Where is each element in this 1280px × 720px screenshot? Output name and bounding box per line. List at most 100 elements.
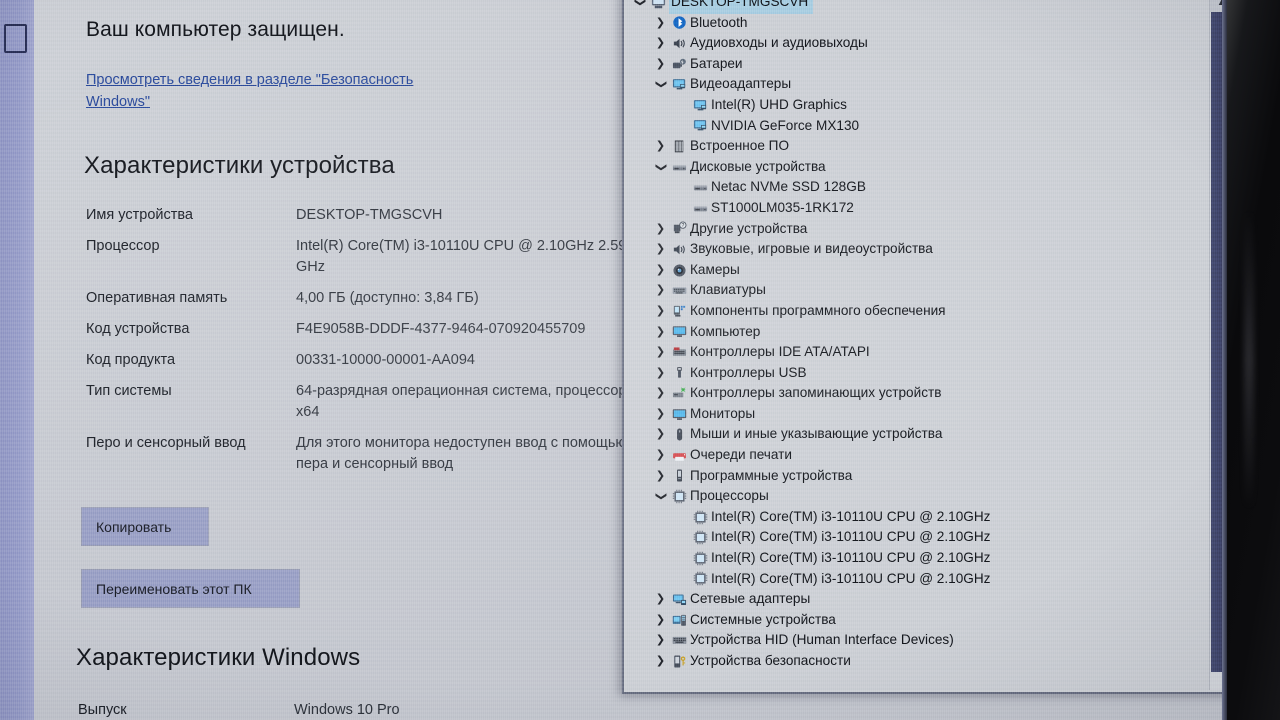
network-adapter-icon bbox=[668, 592, 690, 607]
chevron-right-icon[interactable]: ❯ bbox=[653, 342, 668, 363]
chevron-right-icon[interactable]: ❯ bbox=[653, 280, 668, 301]
chevron-down-icon[interactable]: ❯ bbox=[650, 77, 671, 92]
chevron-right-icon[interactable]: ❯ bbox=[653, 589, 668, 610]
bezel-inner-edge bbox=[1222, 0, 1227, 720]
device-spec-row: Оперативная память 4,00 ГБ (доступно: 3,8… bbox=[86, 288, 646, 309]
device-tree-node[interactable]: ST1000LM035-1RK172 bbox=[632, 198, 1210, 219]
chevron-right-icon[interactable]: ❯ bbox=[653, 260, 668, 281]
svg-text:?: ? bbox=[681, 223, 684, 229]
device-tree-node[interactable]: ❯ Bluetooth bbox=[632, 13, 1210, 34]
device-tree-node[interactable]: Intel(R) Core(TM) i3-10110U CPU @ 2.10GH… bbox=[632, 527, 1210, 548]
chevron-right-icon[interactable]: ❯ bbox=[653, 33, 668, 54]
device-tree-node-label: ST1000LM035-1RK172 bbox=[711, 199, 854, 215]
device-tree-node[interactable]: ❯ Аудиовходы и аудиовыходы bbox=[632, 33, 1210, 54]
device-tree-node[interactable]: Intel(R) UHD Graphics bbox=[632, 95, 1210, 116]
device-spec-row: Процессор Intel(R) Core(TM) i3-10110U CPU… bbox=[86, 236, 646, 278]
spec-key: Процессор bbox=[86, 238, 160, 254]
device-spec-row: Перо и сенсорный ввод Для этого монитора … bbox=[86, 433, 646, 475]
device-tree-node[interactable]: ❯ Системные устройства bbox=[632, 610, 1210, 631]
chevron-right-icon[interactable]: ❯ bbox=[653, 322, 668, 343]
chevron-right-icon[interactable]: ❯ bbox=[653, 630, 668, 651]
rename-pc-button[interactable]: Переименовать этот ПК bbox=[82, 570, 299, 607]
chevron-right-icon[interactable]: ❯ bbox=[653, 219, 668, 240]
device-tree-node[interactable]: ❯ Компоненты программного обеспечения bbox=[632, 301, 1210, 322]
spec-key: Код устройства bbox=[86, 321, 190, 337]
device-tree-node[interactable]: ❯ Устройства безопасности bbox=[632, 651, 1210, 672]
device-tree-node[interactable]: Intel(R) Core(TM) i3-10110U CPU @ 2.10GH… bbox=[632, 569, 1210, 590]
chevron-right-icon[interactable]: ❯ bbox=[653, 424, 668, 445]
camera-icon bbox=[668, 263, 690, 278]
spec-key: Код продукта bbox=[86, 352, 176, 368]
bluetooth-icon bbox=[668, 15, 690, 30]
chevron-right-icon[interactable]: ❯ bbox=[653, 13, 668, 34]
copy-button[interactable]: Копировать bbox=[82, 508, 208, 545]
device-tree-node[interactable]: ❯ Камеры bbox=[632, 260, 1210, 281]
chevron-right-icon[interactable]: ❯ bbox=[653, 610, 668, 631]
device-tree-node[interactable]: ❯ Звуковые, игровые и видеоустройства bbox=[632, 239, 1210, 260]
chevron-right-icon[interactable]: ❯ bbox=[653, 54, 668, 75]
storage-controller-icon bbox=[668, 386, 690, 401]
device-tree-node[interactable]: ❯ Компьютер bbox=[632, 322, 1210, 343]
device-tree-node[interactable]: ❯ DESKTOP-TMGSCVH bbox=[629, 0, 1210, 14]
device-tree-node-label: DESKTOP-TMGSCVH bbox=[669, 0, 814, 14]
device-tree-node[interactable]: Intel(R) Core(TM) i3-10110U CPU @ 2.10GH… bbox=[632, 548, 1210, 569]
chevron-right-icon[interactable]: ❯ bbox=[653, 466, 668, 487]
bezel-glint bbox=[1244, 210, 1254, 510]
device-tree-node-label: Мониторы bbox=[690, 405, 756, 421]
device-tree-node[interactable]: ❯ Устройства HID (Human Interface Devices… bbox=[632, 630, 1210, 651]
spec-key: Перо и сенсорный ввод bbox=[86, 435, 246, 451]
hid-icon bbox=[668, 633, 690, 648]
device-tree-node[interactable]: ❯ Контроллеры запоминающих устройств bbox=[632, 383, 1210, 404]
chevron-right-icon[interactable]: ❯ bbox=[653, 363, 668, 384]
processor-icon bbox=[689, 551, 711, 566]
device-tree-node[interactable]: Intel(R) Core(TM) i3-10110U CPU @ 2.10GH… bbox=[632, 507, 1210, 528]
device-manager-client-area: ❯ DESKTOP-TMGSCVH ❯ Bluetooth ❯ Аудиовходы и … bbox=[626, 0, 1210, 690]
device-tree-node-label: Устройства безопасности bbox=[690, 653, 851, 668]
device-tree-node-label: Батареи bbox=[690, 55, 743, 71]
device-tree-node[interactable]: ❯ Мыши и иные указывающие устройства bbox=[632, 424, 1210, 445]
device-tree-node[interactable]: ❯ Очереди печати bbox=[632, 445, 1210, 466]
chevron-right-icon[interactable]: ❯ bbox=[653, 404, 668, 425]
spec-value: Intel(R) Core(TM) i3-10110U CPU @ 2.10GH… bbox=[296, 238, 627, 275]
processor-icon bbox=[689, 510, 711, 525]
device-tree-node[interactable]: ❯ Сетевые адаптеры bbox=[632, 589, 1210, 610]
device-tree-node-label: Компоненты программного обеспечения bbox=[690, 302, 946, 318]
device-tree-node[interactable]: ❯ Контроллеры USB bbox=[632, 363, 1210, 384]
chevron-right-icon[interactable]: ❯ bbox=[653, 383, 668, 404]
device-tree-node-label: Камеры bbox=[690, 261, 740, 277]
chevron-down-icon[interactable]: ❯ bbox=[650, 160, 671, 175]
device-spec-row: Код устройства F4E9058B-DDDF-4377-9464-07… bbox=[86, 319, 646, 340]
device-tree-node[interactable]: ❯ Процессоры bbox=[632, 486, 1210, 507]
chevron-right-icon[interactable]: ❯ bbox=[653, 239, 668, 260]
device-tree[interactable]: ❯ DESKTOP-TMGSCVH ❯ Bluetooth ❯ Аудиовходы и … bbox=[632, 0, 1210, 672]
device-tree-node[interactable]: ❯ Видеоадаптеры bbox=[632, 74, 1210, 95]
chevron-down-icon[interactable]: ❯ bbox=[650, 489, 671, 504]
device-tree-node[interactable]: Netac NVMe SSD 128GB bbox=[632, 177, 1210, 198]
chevron-right-icon[interactable]: ❯ bbox=[653, 651, 668, 672]
device-tree-node[interactable]: ❯ Дисковые устройства bbox=[632, 157, 1210, 178]
device-tree-node[interactable]: ❯ Встроенное ПО bbox=[632, 136, 1210, 157]
device-tree-node[interactable]: ❯ Программные устройства bbox=[632, 466, 1210, 487]
windows-security-link[interactable]: Просмотреть сведения в разделе "Безопасн… bbox=[86, 69, 466, 113]
chevron-right-icon[interactable]: ❯ bbox=[653, 136, 668, 157]
device-tree-node[interactable]: ❯? Другие устройства bbox=[632, 219, 1210, 240]
chevron-right-icon[interactable]: ❯ bbox=[653, 445, 668, 466]
device-tree-node-label: Контроллеры USB bbox=[690, 364, 807, 380]
device-tree-node-label: Клавиатуры bbox=[690, 282, 766, 298]
device-tree-node[interactable]: ❯ Клавиатуры bbox=[632, 280, 1210, 301]
device-tree-node-label: Очереди печати bbox=[690, 447, 792, 463]
speaker-icon bbox=[668, 36, 690, 51]
windows-specs-table: Выпуск Windows 10 Pro bbox=[78, 700, 638, 720]
spec-value: 00331-10000-00001-AA094 bbox=[296, 352, 475, 368]
chevron-right-icon[interactable]: ❯ bbox=[653, 301, 668, 322]
device-tree-node[interactable]: ❯ Батареи bbox=[632, 54, 1210, 75]
device-tree-node[interactable]: ❯ Контроллеры IDE ATA/ATAPI bbox=[632, 342, 1210, 363]
device-tree-node[interactable]: NVIDIA GeForce MX130 bbox=[632, 116, 1210, 137]
monitor-icon bbox=[668, 324, 690, 339]
spec-key: Имя устройства bbox=[86, 207, 193, 223]
software-device-icon bbox=[668, 468, 690, 483]
chevron-down-icon[interactable]: ❯ bbox=[629, 0, 650, 10]
device-tree-node-label: Программные устройства bbox=[690, 467, 853, 483]
windows-spec-row: Выпуск Windows 10 Pro bbox=[78, 700, 638, 720]
device-tree-node[interactable]: ❯ Мониторы bbox=[632, 404, 1210, 425]
